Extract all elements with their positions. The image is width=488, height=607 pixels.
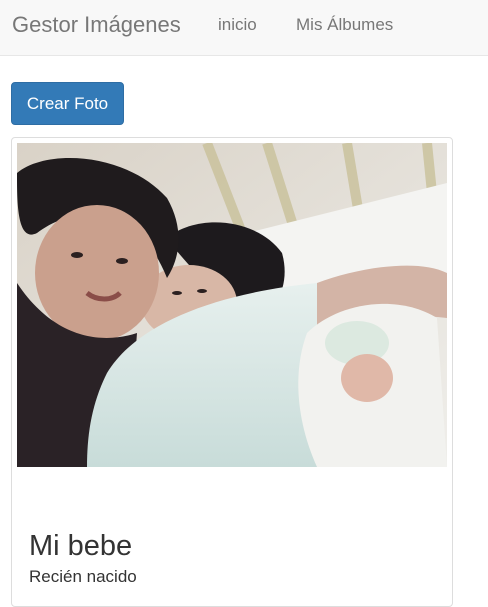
navbar-brand[interactable]: Gestor Imágenes [12,12,181,38]
create-photo-button[interactable]: Crear Foto [11,82,124,125]
nav-link-mis-albumes[interactable]: Mis Álbumes [296,15,393,35]
photo-card: Mi bebe Recién nacido [11,137,453,607]
photo-illustration [17,143,447,467]
nav-link-inicio[interactable]: inicio [218,15,257,35]
top-navbar: Gestor Imágenes inicio Mis Álbumes [0,0,488,56]
photo-image[interactable] [17,143,447,467]
photo-description: Recién nacido [29,567,137,586]
photo-title: Mi bebe [29,530,133,562]
